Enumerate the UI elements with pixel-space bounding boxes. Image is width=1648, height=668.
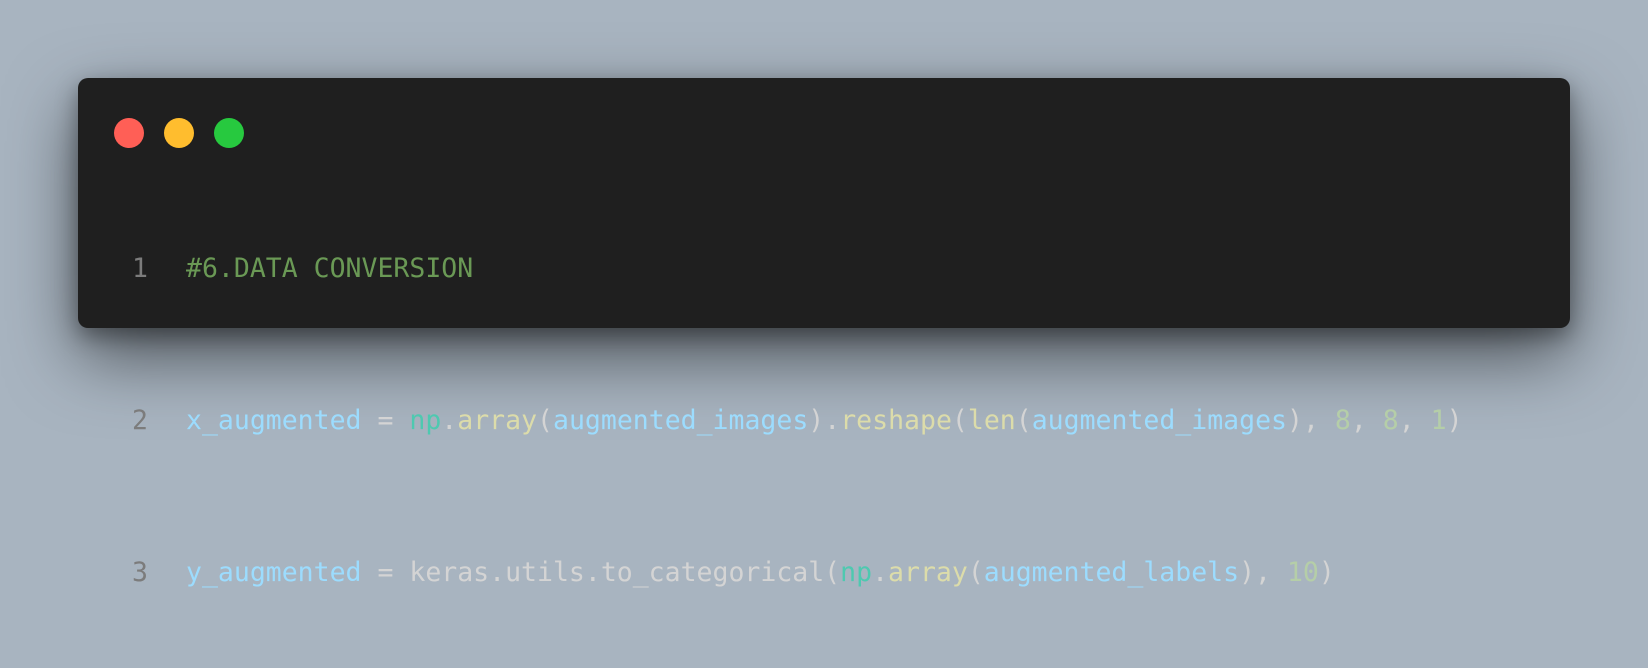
- code-token: np: [840, 557, 873, 588]
- code-token: ),: [1239, 557, 1287, 588]
- code-block: 1 #6.DATA CONVERSION 2 x_augmented = np …: [108, 174, 1463, 668]
- code-window: 1 #6.DATA CONVERSION 2 x_augmented = np …: [78, 78, 1570, 588]
- code-token: (: [967, 557, 984, 588]
- code-token: .: [441, 405, 458, 436]
- code-token: augmented_images: [553, 405, 809, 436]
- code-comment: #6.DATA CONVERSION: [186, 253, 474, 284]
- code-token: x_augmented: [186, 405, 362, 436]
- code-token: ,: [1398, 405, 1431, 436]
- code-token: ).: [808, 405, 841, 436]
- window-controls: [114, 118, 244, 148]
- code-line: 3 y_augmented = keras.utils.to_categoric…: [108, 554, 1463, 592]
- code-token: ,: [1350, 405, 1383, 436]
- code-token: .: [872, 557, 889, 588]
- code-token: 10: [1286, 557, 1319, 588]
- code-token: (: [1015, 405, 1032, 436]
- code-token: 8: [1334, 405, 1351, 436]
- line-number: 3: [132, 557, 148, 588]
- code-token: reshape: [840, 405, 952, 436]
- code-line: 2 x_augmented = np . array ( augmented_i…: [108, 402, 1463, 440]
- code-token: (: [537, 405, 554, 436]
- code-token: np: [409, 405, 442, 436]
- code-token: augmented_labels: [983, 557, 1240, 588]
- code-token: (: [951, 405, 968, 436]
- code-token: y_augmented: [186, 557, 362, 588]
- line-number: 2: [132, 405, 148, 436]
- code-token: 1: [1430, 405, 1447, 436]
- code-token: array: [888, 557, 968, 588]
- close-button[interactable]: [114, 118, 144, 148]
- code-line: 1 #6.DATA CONVERSION: [108, 250, 1463, 288]
- minimize-button[interactable]: [164, 118, 194, 148]
- code-token: len: [967, 405, 1016, 436]
- maximize-button[interactable]: [214, 118, 244, 148]
- code-token: =: [361, 405, 410, 436]
- line-number: 1: [132, 253, 148, 284]
- code-token: augmented_images: [1031, 405, 1287, 436]
- code-token: ): [1446, 405, 1463, 436]
- code-token: ): [1318, 557, 1335, 588]
- code-token: ),: [1287, 405, 1335, 436]
- code-token: array: [457, 405, 538, 436]
- code-token: 8: [1382, 405, 1399, 436]
- code-token: = keras.utils.to_categorical(: [361, 557, 841, 588]
